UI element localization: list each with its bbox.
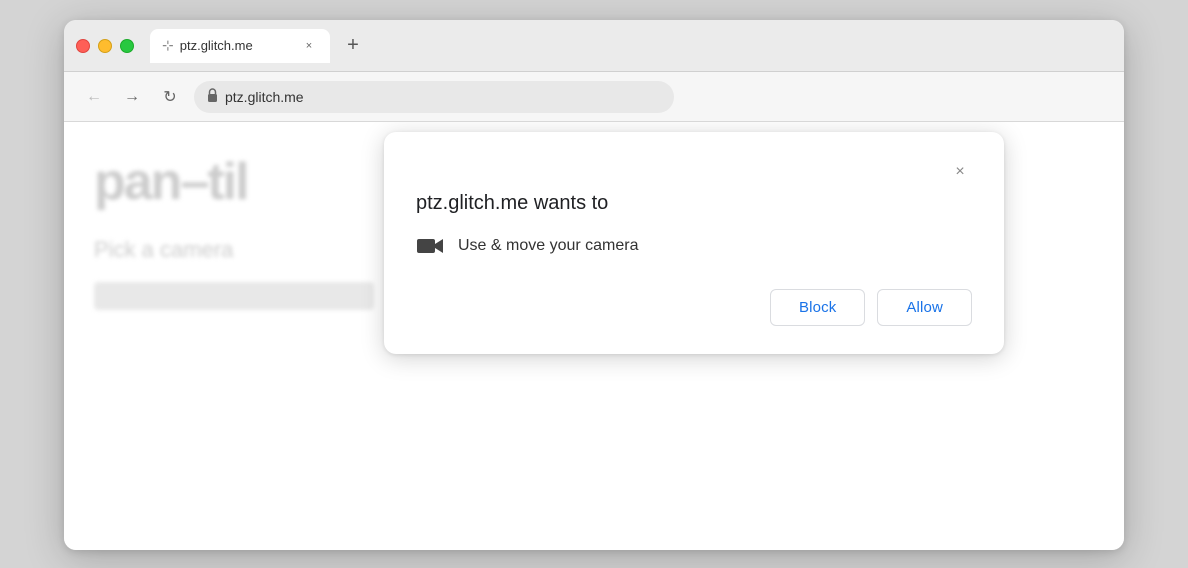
page-blurred-heading: pan–til [94, 152, 248, 212]
traffic-lights [76, 39, 134, 53]
dialog-close-row: × [416, 160, 972, 184]
lock-icon [206, 87, 219, 106]
allow-button[interactable]: Allow [877, 289, 972, 326]
camera-icon [416, 235, 444, 257]
permission-text: Use & move your camera [458, 237, 639, 255]
page-blurred-input [94, 282, 374, 310]
tab-bar: ⊹ ptz.glitch.me × + [150, 29, 1112, 63]
forward-button[interactable]: → [118, 83, 146, 111]
tab-drag-icon: ⊹ [162, 37, 174, 54]
dialog-title: ptz.glitch.me wants to [416, 192, 972, 215]
new-tab-button[interactable]: + [338, 31, 368, 61]
permission-dialog: × ptz.glitch.me wants to Use & move your… [384, 132, 1004, 354]
address-text: ptz.glitch.me [225, 89, 304, 105]
browser-tab[interactable]: ⊹ ptz.glitch.me × [150, 29, 330, 63]
page-blurred-subtext: Pick a camera [94, 237, 233, 263]
browser-window: ⊹ ptz.glitch.me × + ← → ↻ ptz.glitch.me … [64, 20, 1124, 550]
dialog-close-button[interactable]: × [948, 160, 972, 184]
dialog-permission-row: Use & move your camera [416, 235, 972, 257]
block-button[interactable]: Block [770, 289, 865, 326]
nav-bar: ← → ↻ ptz.glitch.me [64, 72, 1124, 122]
page-content: pan–til Pick a camera × ptz.glitch.me wa… [64, 122, 1124, 550]
maximize-button[interactable] [120, 39, 134, 53]
address-bar[interactable]: ptz.glitch.me [194, 81, 674, 113]
tab-close-icon[interactable]: × [300, 37, 318, 55]
refresh-button[interactable]: ↻ [156, 83, 184, 111]
close-button[interactable] [76, 39, 90, 53]
tab-title: ptz.glitch.me [180, 38, 294, 53]
title-bar: ⊹ ptz.glitch.me × + [64, 20, 1124, 72]
back-button[interactable]: ← [80, 83, 108, 111]
dialog-buttons: Block Allow [416, 289, 972, 326]
minimize-button[interactable] [98, 39, 112, 53]
